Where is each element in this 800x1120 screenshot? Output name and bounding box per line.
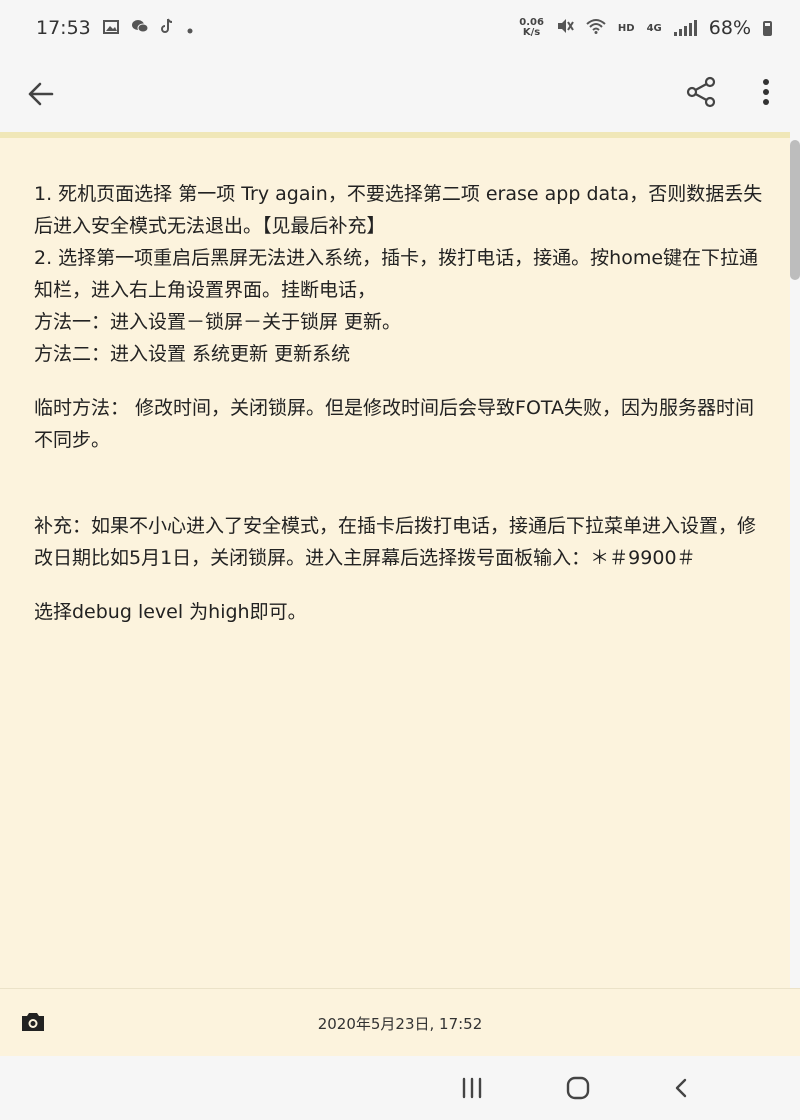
note-line: 方法一：进入设置－锁屏－关于锁屏 更新。: [34, 311, 402, 333]
note-footer: 2020年5月23日, 17:52: [0, 988, 800, 1056]
note-content-area[interactable]: 1. 死机页面选择 第一项 Try again，不要选择第二项 erase ap…: [0, 132, 790, 988]
more-notifications-dot-icon: [187, 19, 193, 38]
recent-apps-icon[interactable]: [458, 1076, 486, 1100]
mobile-network-type: 4G: [646, 22, 662, 34]
note-timestamp: 2020年5月23日, 17:52: [317, 1015, 483, 1033]
note-line: 1. 死机页面选择 第一项 Try again，不要选择第二项 erase ap…: [34, 183, 763, 237]
tiktok-notification-icon: [160, 18, 175, 38]
status-bar-right: 0.06 K/s HD 4G 68%: [519, 17, 772, 39]
status-bar-left: 17:53: [36, 17, 193, 39]
note-line: 补充：如果不小心进入了安全模式，在插卡后拨打电话，接通后下拉菜单进入设置，修改日…: [34, 515, 757, 569]
note-line: 临时方法： 修改时间，关闭锁屏。但是修改时间后会导致FOTA失败，因为服务器时间…: [34, 397, 755, 451]
signal-strength-icon: [673, 20, 697, 36]
note-text[interactable]: 1. 死机页面选择 第一项 Try again，不要选择第二项 erase ap…: [34, 178, 764, 628]
mute-icon: [556, 18, 574, 38]
system-nav-bar: [0, 1056, 800, 1120]
gallery-notification-icon: [102, 19, 119, 38]
nav-back-icon[interactable]: [670, 1076, 694, 1100]
note-line: 2. 选择第一项重启后黑屏无法进入系统，插卡，拨打电话，接通。按home键在下拉…: [34, 247, 759, 301]
back-arrow-icon[interactable]: [24, 76, 60, 112]
note-line: 选择debug level 为high即可。: [34, 601, 307, 623]
wechat-notification-icon: [131, 19, 149, 38]
share-icon[interactable]: [684, 74, 720, 110]
network-speed-unit: K/s: [522, 27, 541, 38]
status-bar: 17:53 0.06 K/s HD 4G 68%: [0, 0, 800, 56]
network-speed: 0.06 K/s: [519, 18, 544, 38]
wifi-icon: [586, 18, 606, 38]
battery-percentage: 68%: [708, 17, 751, 39]
scrollbar[interactable]: [790, 140, 800, 280]
note-line: 方法二：进入设置 系统更新 更新系统: [34, 343, 351, 365]
home-icon[interactable]: [564, 1074, 592, 1102]
status-time: 17:53: [36, 17, 91, 39]
hd-voice-indicator: HD: [617, 22, 635, 34]
battery-icon: [763, 20, 772, 36]
app-bar: [0, 56, 800, 132]
more-vert-icon[interactable]: [752, 74, 780, 110]
